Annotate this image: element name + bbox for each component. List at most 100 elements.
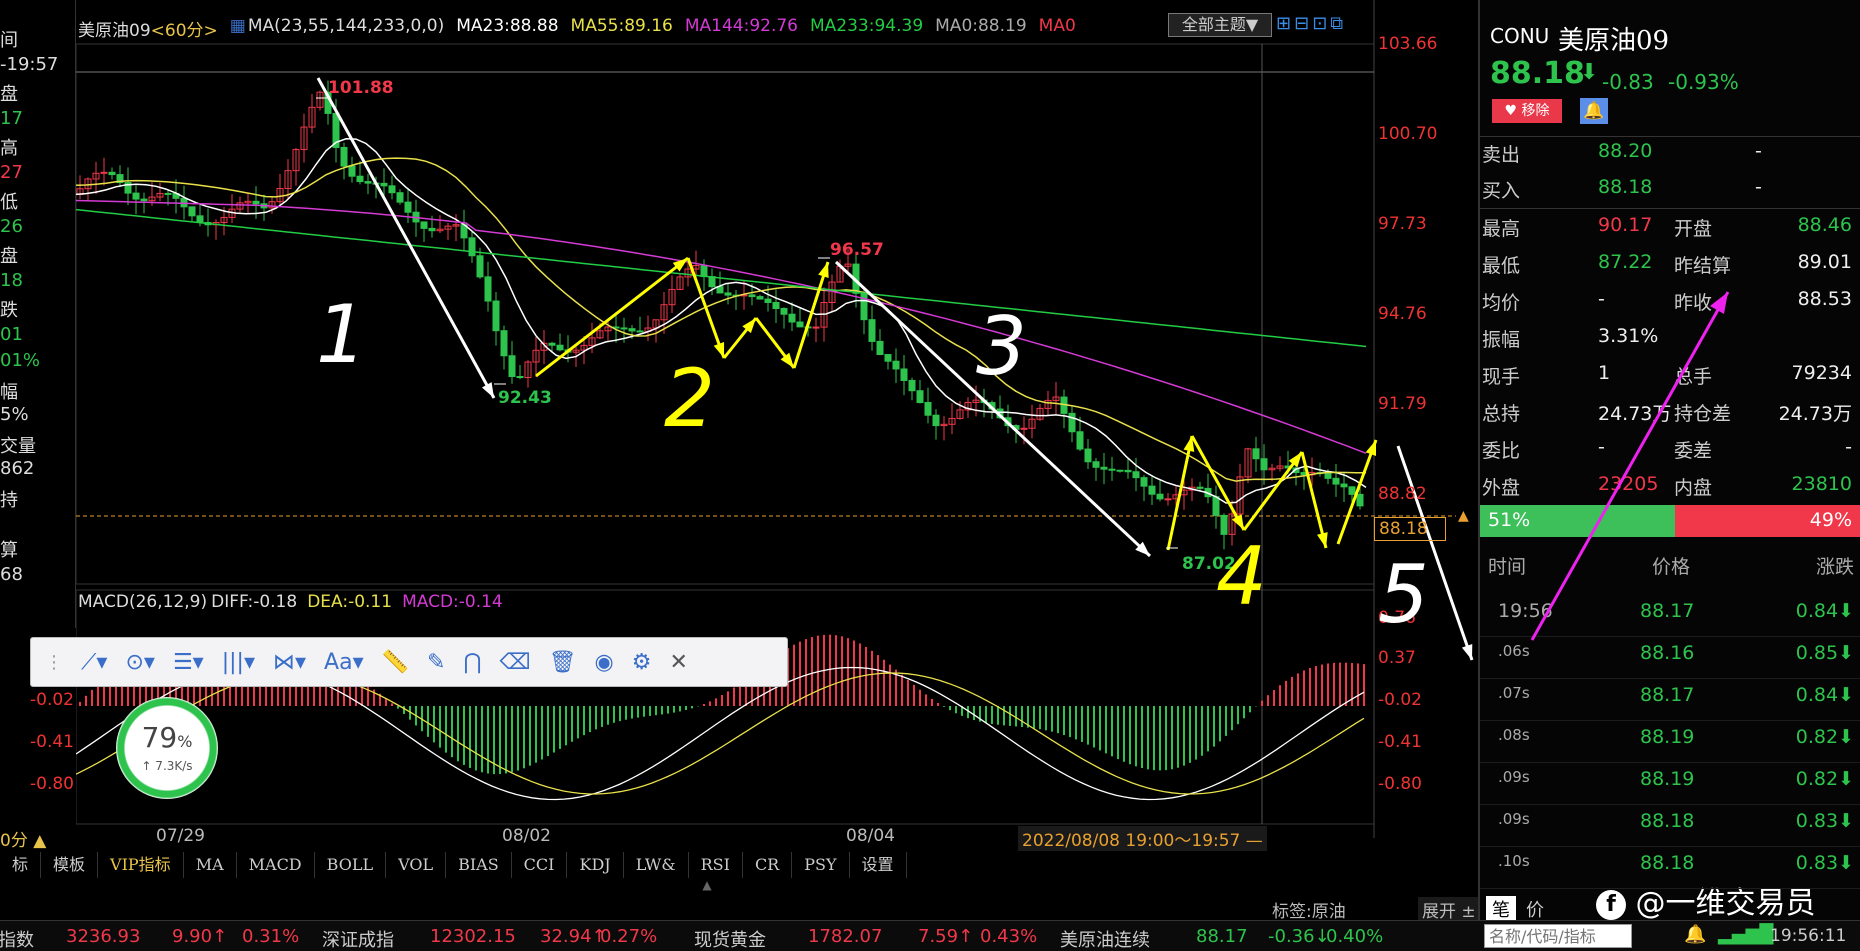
left-panel-label: 26 bbox=[0, 216, 23, 237]
heart-icon: ♥ bbox=[1504, 103, 1518, 119]
chart-canvas[interactable]: ▲ bbox=[76, 0, 1476, 838]
legend-symbol: 美原油09 bbox=[78, 21, 151, 41]
text-tool-icon[interactable]: Aa▾ bbox=[320, 645, 368, 679]
left-panel-label: 01 bbox=[0, 324, 23, 345]
candle-body bbox=[356, 175, 364, 183]
macd-def: MACD(26,12,9) bbox=[78, 592, 208, 612]
indicator-tab[interactable]: RSI bbox=[689, 852, 743, 878]
candle-body bbox=[252, 200, 260, 205]
candle-body bbox=[1076, 431, 1084, 450]
trash-icon[interactable]: 🗑 bbox=[545, 645, 581, 679]
candle-body bbox=[484, 276, 492, 302]
gear-icon[interactable]: ⚙ bbox=[628, 645, 656, 679]
remove-button[interactable]: ♥ 移除 bbox=[1492, 99, 1562, 123]
grid-icon[interactable]: ⊟ bbox=[1294, 13, 1312, 34]
status-item[interactable]: 深证成指 bbox=[322, 926, 394, 951]
indicator-tab[interactable]: VIP指标 bbox=[98, 852, 184, 878]
wave-2-label: 2 bbox=[664, 352, 715, 445]
circle-tool-icon[interactable]: ⊙▾ bbox=[121, 645, 158, 679]
price-axis-tick: 100.70 bbox=[1378, 124, 1438, 144]
indicator-tab[interactable]: LW& bbox=[624, 852, 689, 878]
candle-body bbox=[1092, 461, 1100, 468]
tick-row: .08s 88.19 0.82⬇ bbox=[1480, 726, 1860, 763]
candle-body bbox=[788, 313, 796, 323]
indicator-tab[interactable]: MA bbox=[184, 852, 237, 878]
status-item[interactable]: 指数 bbox=[0, 926, 34, 951]
wave-2c-arrow-head bbox=[818, 262, 829, 278]
tick-row: .06s 88.16 0.85⬇ bbox=[1480, 642, 1860, 679]
pen-icon[interactable]: ✎ bbox=[423, 645, 449, 679]
candle-body bbox=[796, 321, 804, 328]
stat-value: - bbox=[1845, 436, 1852, 458]
zoom-icon[interactable]: ⊡ bbox=[1312, 13, 1330, 34]
magnet-icon[interactable]: ⋂ bbox=[459, 645, 485, 679]
tick-time: 19:56 bbox=[1498, 600, 1553, 622]
pattern-tool-icon[interactable]: ⋈▾ bbox=[269, 645, 310, 679]
status-item[interactable]: 美原油连续 bbox=[1060, 926, 1150, 951]
candle-body bbox=[892, 360, 900, 370]
line-tool-icon[interactable]: ⟋▾ bbox=[77, 645, 111, 679]
stat-value: 79234 bbox=[1791, 362, 1852, 384]
bell-small-icon[interactable]: 🔔 bbox=[1684, 924, 1706, 945]
tick-change: 0.85⬇ bbox=[1795, 642, 1854, 664]
ruler-icon[interactable]: 📏 bbox=[378, 645, 413, 679]
indicator-tab[interactable]: 模板 bbox=[41, 852, 99, 878]
candle-body bbox=[1212, 496, 1220, 516]
indicator-tab[interactable]: BIAS bbox=[446, 852, 512, 878]
tab-scroll-arrow[interactable]: ▲ bbox=[690, 878, 724, 892]
ticks-time-head: 时间 bbox=[1488, 556, 1527, 578]
candle-body bbox=[812, 326, 820, 329]
candle-body bbox=[708, 276, 716, 288]
price-axis-tick: 0.37 bbox=[1378, 648, 1416, 668]
layout-icon[interactable]: ⧉ bbox=[1330, 13, 1346, 34]
expand-button[interactable]: 展开 ± bbox=[1418, 897, 1480, 922]
remove-label: 移除 bbox=[1521, 103, 1550, 119]
indicator-tab[interactable]: KDJ bbox=[567, 852, 624, 878]
crosshair-icon[interactable]: ⊞ bbox=[1276, 13, 1294, 34]
stat-label: 均价 bbox=[1482, 292, 1521, 314]
legend-ma-def: MA(23,55,144,233,0,0) bbox=[247, 16, 445, 36]
close-icon[interactable]: ✕ bbox=[665, 645, 691, 679]
indicator-tab[interactable]: 设置 bbox=[850, 852, 907, 878]
indicator-tab[interactable]: BOLL bbox=[315, 852, 387, 878]
stat-row: 现手 1 总手 79234 bbox=[1480, 362, 1860, 399]
stat-value: 87.22 bbox=[1598, 251, 1653, 273]
indicator-tab[interactable]: VOL bbox=[386, 852, 447, 878]
indicator-tab[interactable]: 标 bbox=[0, 852, 42, 878]
indicator-tab[interactable]: CCI bbox=[512, 852, 568, 878]
macd-legend: MACD(26,12,9) DIFF:-0.18 DEA:-0.11 MACD:… bbox=[78, 592, 503, 612]
bell-button[interactable]: 🔔 bbox=[1580, 98, 1608, 124]
candle-body bbox=[1252, 448, 1260, 460]
stat-label: 内盘 bbox=[1674, 477, 1713, 499]
indicator-tab[interactable]: PSY bbox=[792, 852, 850, 878]
channel-tool-icon[interactable]: |||▾ bbox=[218, 645, 259, 679]
status-item: 1782.07 bbox=[808, 926, 883, 947]
eye-icon[interactable]: ◉ bbox=[591, 645, 618, 679]
legend-period[interactable]: <60分> bbox=[151, 16, 218, 41]
tab-jia[interactable]: 价 bbox=[1520, 896, 1550, 921]
tag-label[interactable]: 标签:原油 bbox=[1272, 897, 1346, 922]
drag-handle-icon[interactable]: ⋮ bbox=[41, 645, 67, 679]
fib-tool-icon[interactable]: ☰▾ bbox=[169, 645, 208, 679]
search-input[interactable] bbox=[1484, 924, 1632, 948]
stat-label: 总持 bbox=[1482, 403, 1521, 425]
tick-price: 88.18 bbox=[1640, 852, 1695, 874]
indicator-tab[interactable]: CR bbox=[743, 852, 793, 878]
indicator-tab[interactable]: MACD bbox=[237, 852, 315, 878]
wave-5-label: 5 bbox=[1378, 548, 1429, 641]
theme-button[interactable]: 全部主题▼ bbox=[1168, 13, 1272, 37]
left-panel-label: 862 bbox=[0, 458, 35, 479]
chart-tool-icons[interactable]: ⊞⊟⊡⧉ bbox=[1276, 13, 1346, 34]
indicator-tabs: 标模板 VIP指标 MA MACD BOLL VOL BIAS CCI KDJ LW& RSI CR P… bbox=[0, 852, 1000, 878]
eraser-icon[interactable]: ⌫ bbox=[496, 645, 535, 679]
status-item[interactable]: 现货黄金 bbox=[694, 926, 766, 951]
kline-chart[interactable]: ▲ 美原油09 <60分> ▦ MA(23,55,144,233,0,0) MA… bbox=[0, 0, 1476, 851]
candle-body bbox=[1108, 468, 1116, 471]
price-axis-tick: 91.79 bbox=[1378, 394, 1427, 414]
period-marker[interactable]: 0分 ▲ bbox=[0, 826, 46, 851]
wave-2-down-arrow-head bbox=[713, 342, 725, 358]
ma-icon[interactable]: ▦ bbox=[230, 16, 246, 41]
tab-bi[interactable]: 笔 bbox=[1486, 896, 1516, 921]
time-axis-tick: 08/02 bbox=[502, 826, 551, 846]
candle-body bbox=[756, 296, 764, 300]
